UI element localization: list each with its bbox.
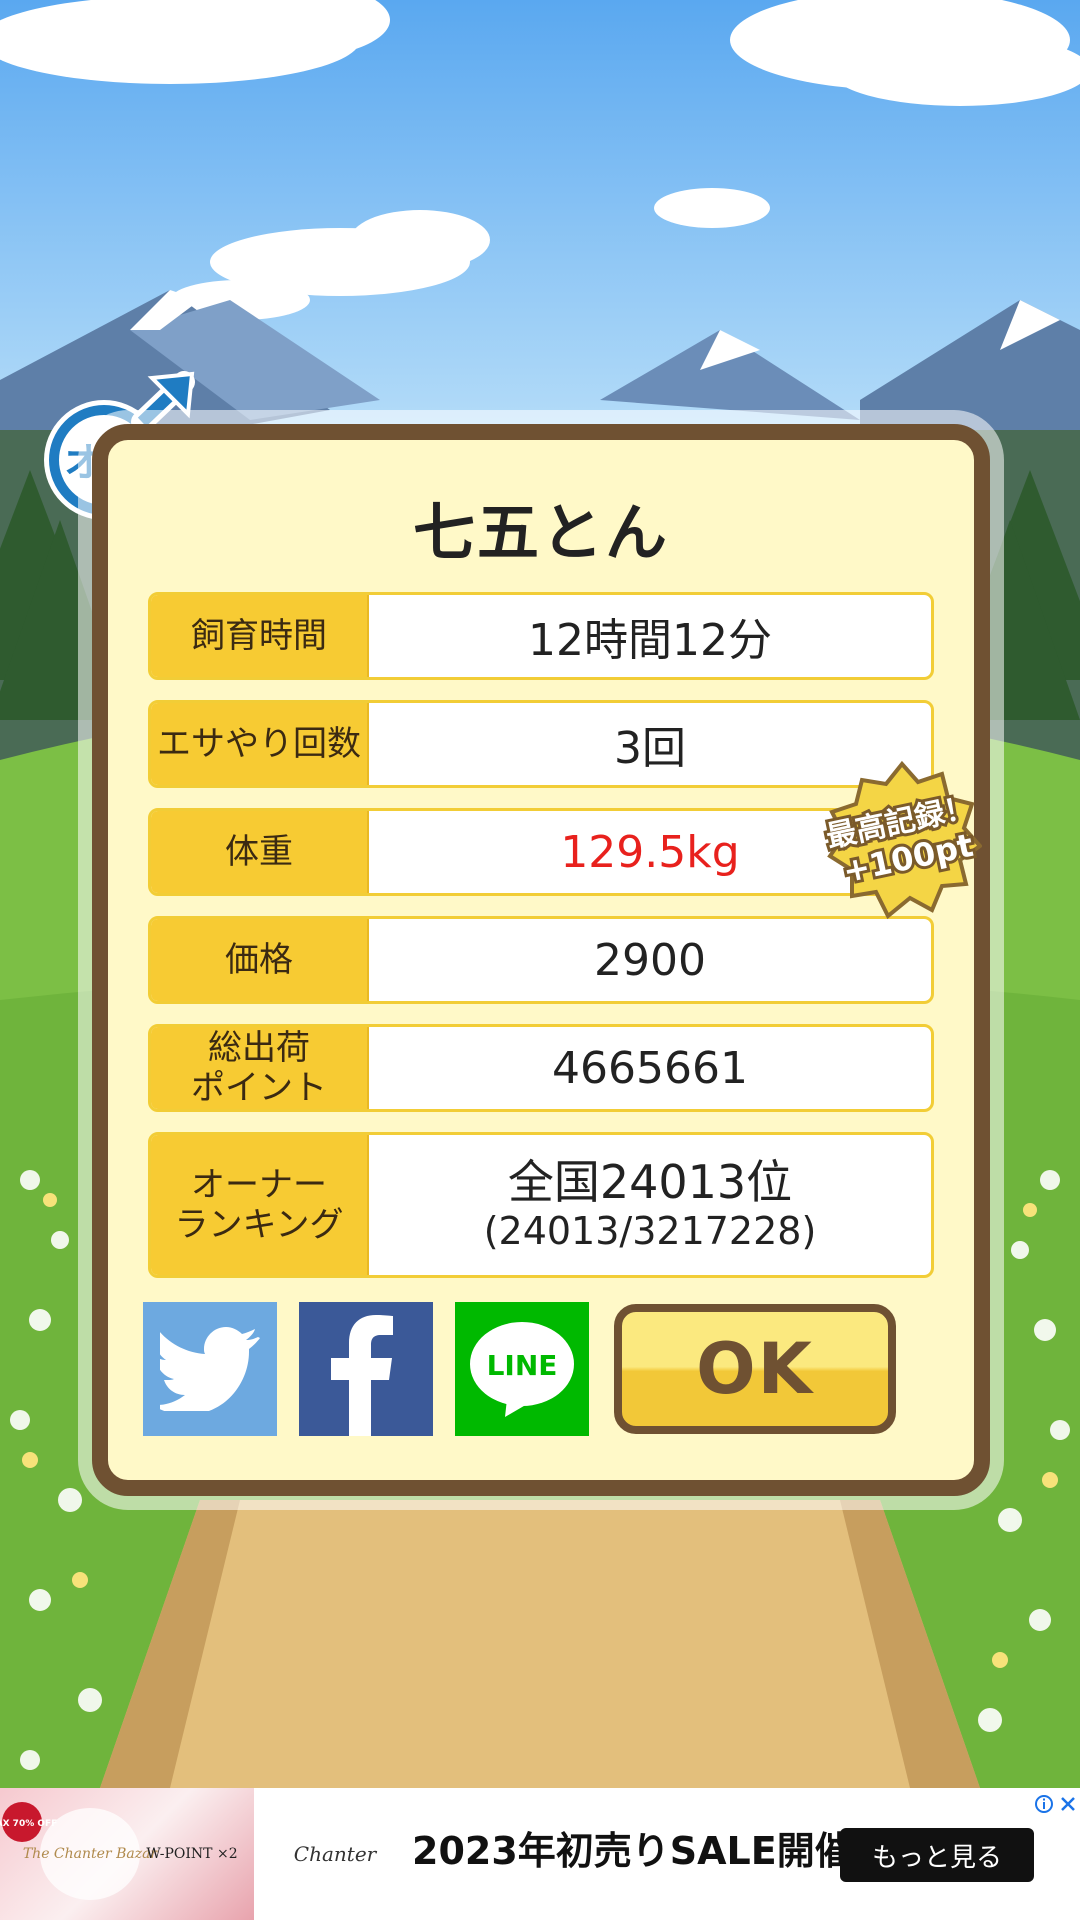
twitter-bird-icon bbox=[160, 1327, 260, 1411]
stat-row-weight: 体重 129.5kg bbox=[148, 808, 934, 896]
stat-row-feeding-count: エサやり回数 3回 bbox=[148, 700, 934, 788]
record-badge: 最高記録！ +100pt bbox=[822, 760, 982, 920]
stat-label: 体重 bbox=[151, 811, 369, 893]
line-icon: LINE bbox=[470, 1322, 574, 1417]
ad-discount-badge: MAX 70% OFF bbox=[0, 1819, 57, 1829]
stat-label: 飼育時間 bbox=[151, 595, 369, 677]
ad-image-title: The Chanter Bazar bbox=[23, 1846, 159, 1862]
stat-row-breeding-time: 飼育時間 12時間12分 bbox=[148, 592, 934, 680]
stat-label: エサやり回数 bbox=[151, 703, 369, 785]
line-label: LINE bbox=[487, 1349, 558, 1382]
stat-label: オーナー ランキング bbox=[151, 1135, 369, 1275]
close-icon[interactable] bbox=[1058, 1794, 1078, 1814]
ranking-national: 全国24013位 bbox=[507, 1155, 793, 1209]
facebook-f-icon bbox=[331, 1315, 393, 1436]
ad-image[interactable]: MAX 70% OFF The Chanter Bazar W-POINT ×2 bbox=[0, 1788, 254, 1920]
stat-value: 2900 bbox=[594, 934, 706, 986]
stat-row-price: 価格 2900 bbox=[148, 916, 934, 1004]
stat-value: 12時間12分 bbox=[528, 615, 772, 666]
line-share-button[interactable]: LINE bbox=[455, 1302, 589, 1436]
twitter-share-button[interactable] bbox=[143, 1302, 277, 1436]
ad-point-text: W-POINT ×2 bbox=[146, 1846, 237, 1862]
ad-cta-button[interactable]: もっと見る bbox=[840, 1828, 1034, 1882]
ranking-value: 全国24013位 (24013/3217228) bbox=[369, 1135, 931, 1275]
info-icon[interactable] bbox=[1034, 1794, 1054, 1814]
stat-label: 総出荷 ポイント bbox=[151, 1027, 369, 1109]
stat-row-total-points: 総出荷 ポイント 4665661 bbox=[148, 1024, 934, 1112]
ad-headline[interactable]: 2023年初売りSALE開催中 bbox=[412, 1820, 891, 1875]
ok-button[interactable]: OK bbox=[614, 1304, 896, 1434]
ad-banner[interactable]: MAX 70% OFF The Chanter Bazar W-POINT ×2… bbox=[0, 1788, 1080, 1920]
facebook-share-button[interactable] bbox=[299, 1302, 433, 1436]
stat-value: 4665661 bbox=[552, 1042, 748, 1094]
stat-label: 価格 bbox=[151, 919, 369, 1001]
stat-row-owner-ranking: オーナー ランキング 全国24013位 (24013/3217228) bbox=[148, 1132, 934, 1278]
pig-name: 七五とん bbox=[412, 496, 669, 569]
ad-brand-logo: Chanter bbox=[293, 1842, 377, 1866]
ranking-detail: (24013/3217228) bbox=[483, 1209, 817, 1253]
